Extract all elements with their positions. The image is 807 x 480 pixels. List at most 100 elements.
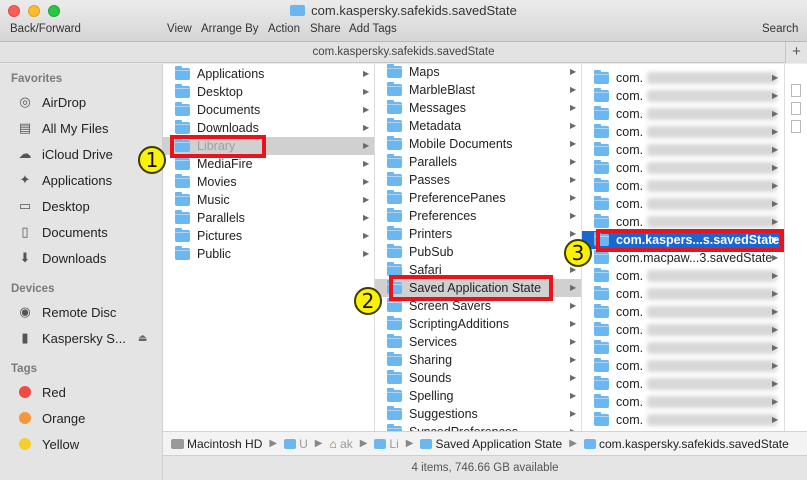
list-item[interactable]: Passes ▶ xyxy=(375,171,581,189)
list-item[interactable]: com. ▶ xyxy=(582,159,784,177)
folder-icon xyxy=(420,438,433,449)
list-item[interactable]: com. ▶ xyxy=(582,339,784,357)
list-item[interactable]: Services ▶ xyxy=(375,333,581,351)
list-item[interactable]: Messages ▶ xyxy=(375,99,581,117)
sidebar-item-remote-disc[interactable]: ◉ Remote Disc xyxy=(16,301,116,323)
list-item[interactable]: Suggestions ▶ xyxy=(375,405,581,423)
sidebar-item-desktop[interactable]: ▭ Desktop xyxy=(16,195,90,217)
list-item[interactable]: ScriptingAdditions ▶ xyxy=(375,315,581,333)
list-item[interactable]: Spelling ▶ xyxy=(375,387,581,405)
sidebar-item-applications[interactable]: ✦ Applications xyxy=(16,169,113,191)
sidebar-item-downloads[interactable]: ⬇ Downloads xyxy=(16,247,107,269)
list-item[interactable]: Parallels ▶ xyxy=(375,153,581,171)
view-button[interactable]: View xyxy=(167,23,192,35)
list-item[interactable]: com. ▶ xyxy=(582,303,784,321)
folder-icon xyxy=(594,196,609,210)
item-label: Pictures xyxy=(197,229,243,243)
path-segment-users[interactable]: U xyxy=(284,437,308,451)
chevron-right-icon: ▶ xyxy=(269,438,278,449)
list-item[interactable]: com. ▶ xyxy=(582,375,784,393)
documents-icon: ▯ xyxy=(21,224,29,239)
list-item[interactable]: com. ▶ xyxy=(582,141,784,159)
list-item[interactable]: Metadata ▶ xyxy=(375,117,581,135)
chevron-right-icon: ▶ xyxy=(772,361,779,370)
list-item[interactable]: com. ▶ xyxy=(582,105,784,123)
list-item[interactable]: Parallels ▶ xyxy=(163,209,374,227)
folder-icon xyxy=(387,64,402,78)
redacted-text xyxy=(647,378,778,390)
list-item[interactable]: com. ▶ xyxy=(582,177,784,195)
list-item[interactable]: MarbleBlast ▶ xyxy=(375,81,581,99)
chevron-right-icon: ▶ xyxy=(363,249,370,258)
arrange-by-button[interactable]: Arrange By xyxy=(201,23,259,35)
list-item[interactable]: Music ▶ xyxy=(163,191,374,209)
sidebar-item-documents[interactable]: ▯ Documents xyxy=(16,221,107,243)
folder-icon xyxy=(594,412,609,426)
sidebar-item-all-my-files[interactable]: ▤ All My Files xyxy=(16,117,109,139)
list-item[interactable]: com. ▶ xyxy=(582,321,784,339)
list-item[interactable]: com. ▶ xyxy=(582,393,784,411)
step-badge-3: 3 xyxy=(564,239,592,267)
path-segment-macintosh-hd[interactable]: Macintosh HD xyxy=(171,437,262,451)
column-library[interactable]: Maps ▶ MarbleBlast ▶ Messages ▶ Metadata ▶ Mobil… xyxy=(375,64,582,431)
list-item[interactable]: Maps ▶ xyxy=(375,64,581,81)
path-segment-library[interactable]: Li xyxy=(374,437,399,451)
list-item[interactable]: com. ▶ xyxy=(582,87,784,105)
list-item[interactable]: com. ▶ xyxy=(582,195,784,213)
item-label: com. xyxy=(616,125,644,139)
sidebar-tag-orange[interactable]: Orange xyxy=(16,407,85,429)
window-title: com.kaspersky.safekids.savedState xyxy=(0,3,807,18)
list-item[interactable]: com. ▶ xyxy=(582,411,784,429)
folder-icon xyxy=(387,190,402,204)
share-button[interactable]: Share xyxy=(310,23,341,35)
list-item[interactable]: Printers ▶ xyxy=(375,225,581,243)
list-item[interactable]: com. ▶ xyxy=(582,267,784,285)
action-button[interactable]: Action xyxy=(268,23,300,35)
chevron-right-icon: ▶ xyxy=(570,301,577,310)
status-bar: 4 items, 746.66 GB available xyxy=(163,455,807,480)
path-segment-home[interactable]: ⌂ ak xyxy=(329,437,352,451)
column-home[interactable]: Applications ▶ Desktop ▶ Documents ▶ Downloads… xyxy=(163,64,375,431)
list-item[interactable]: com. ▶ xyxy=(582,285,784,303)
sidebar-tag-yellow[interactable]: Yellow xyxy=(16,433,79,455)
list-item[interactable]: Movies ▶ xyxy=(163,173,374,191)
path-segment-kaspersky-savedstate[interactable]: com.kaspersky.safekids.savedState xyxy=(583,437,789,451)
add-tab-button[interactable]: + xyxy=(785,42,807,63)
redacted-text xyxy=(647,108,778,120)
chevron-right-icon: ▶ xyxy=(570,85,577,94)
path-segment-saved-application-state[interactable]: Saved Application State xyxy=(420,437,562,451)
redacted-text xyxy=(647,180,778,192)
list-item[interactable]: Documents ▶ xyxy=(163,101,374,119)
chevron-right-icon: ▶ xyxy=(772,109,779,118)
folder-icon xyxy=(387,154,402,168)
list-item[interactable]: Public ▶ xyxy=(163,245,374,263)
chevron-right-icon: ▶ xyxy=(772,181,779,190)
sidebar-item-airdrop[interactable]: ◎ AirDrop xyxy=(16,91,86,113)
sidebar-item-kaspersky-drive[interactable]: ▮ Kaspersky S... ⏏ xyxy=(16,327,147,349)
folder-icon xyxy=(387,334,402,348)
folder-icon xyxy=(387,136,402,150)
list-item[interactable]: com. ▶ xyxy=(582,69,784,87)
folder-icon xyxy=(594,268,609,282)
sidebar-tag-red[interactable]: Red xyxy=(16,381,66,403)
list-item[interactable]: SyncedPreferences▶ xyxy=(375,423,581,431)
list-item[interactable]: Mobile Documents ▶ xyxy=(375,135,581,153)
list-item[interactable]: Sounds ▶ xyxy=(375,369,581,387)
sidebar-item-icloud-drive[interactable]: ☁ iCloud Drive xyxy=(16,143,113,165)
eject-icon[interactable]: ⏏ xyxy=(138,333,147,344)
list-item[interactable]: Applications ▶ xyxy=(163,65,374,83)
list-item[interactable]: PreferencePanes ▶ xyxy=(375,189,581,207)
chevron-right-icon: ▶ xyxy=(772,145,779,154)
list-item[interactable]: Sharing ▶ xyxy=(375,351,581,369)
item-label: Metadata xyxy=(409,119,462,133)
list-item[interactable]: com. ▶ xyxy=(582,123,784,141)
search-button[interactable]: Search xyxy=(762,23,798,35)
chevron-right-icon: ▶ xyxy=(570,391,577,400)
add-tags-button[interactable]: Add Tags xyxy=(349,23,397,35)
list-item[interactable]: Pictures ▶ xyxy=(163,227,374,245)
list-item[interactable]: com. ▶ xyxy=(582,357,784,375)
list-item[interactable]: Preferences ▶ xyxy=(375,207,581,225)
list-item[interactable]: PubSub▶ xyxy=(375,243,581,261)
back-forward-button[interactable]: Back/Forward xyxy=(10,23,81,35)
list-item[interactable]: Desktop ▶ xyxy=(163,83,374,101)
